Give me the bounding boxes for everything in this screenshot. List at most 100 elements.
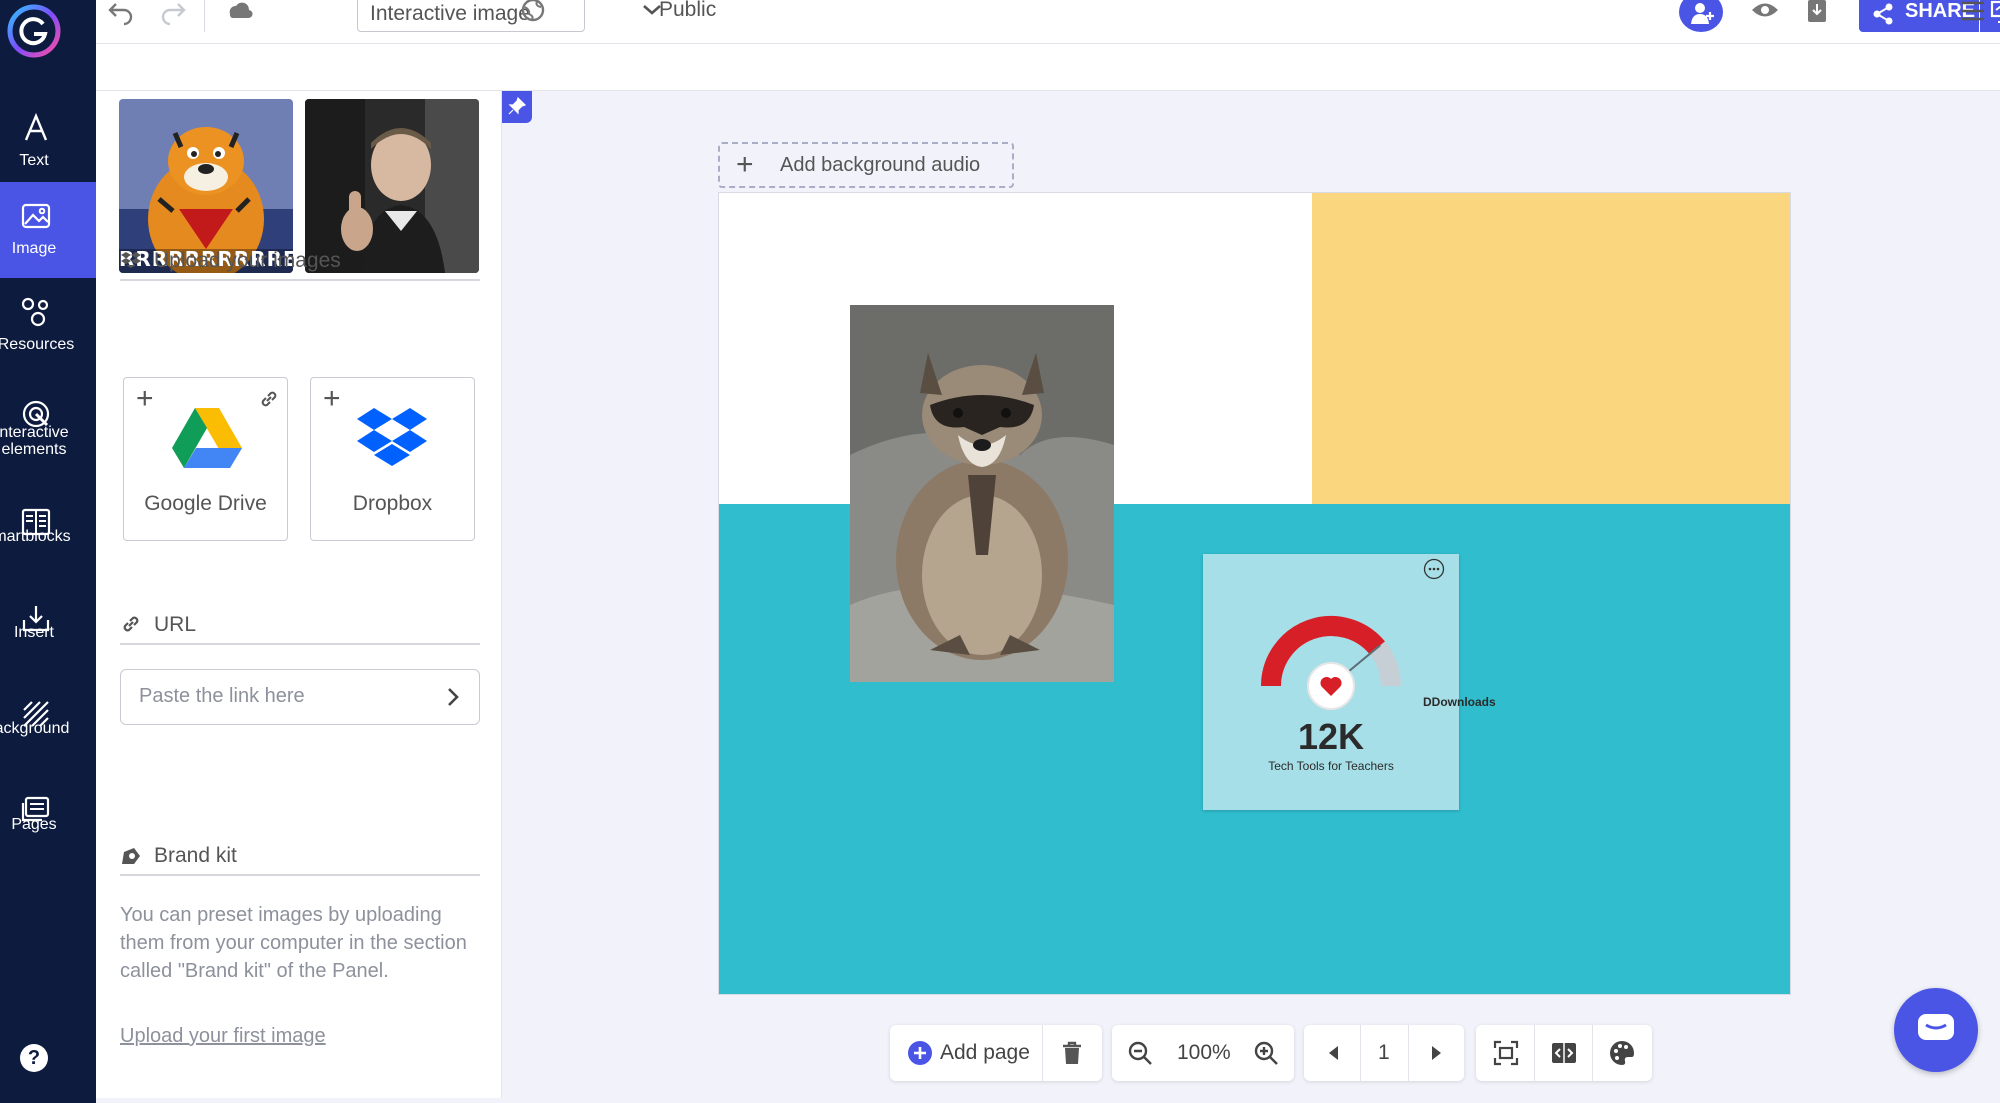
redo-icon[interactable]: [158, 0, 188, 26]
rail-item-interactive[interactable]: nteractive elements: [0, 380, 96, 476]
dropbox-icon: [357, 408, 427, 466]
rail-item-text[interactable]: Text: [0, 94, 96, 190]
divider: [204, 0, 205, 32]
preview-eye-icon[interactable]: [1750, 0, 1780, 26]
rail-item-pages[interactable]: Pages: [0, 776, 96, 872]
image-panel: RRRRRRRRRREA Upload your images + Google…: [96, 91, 502, 1098]
presentation-icon: [1990, 0, 2000, 23]
rail-label-image: Image: [11, 240, 57, 257]
chat-support-button[interactable]: [1894, 988, 1978, 1072]
trash-icon[interactable]: [1058, 1039, 1086, 1067]
gif-tiger[interactable]: RRRRRRRRRREA: [119, 99, 293, 273]
chevron-down-icon[interactable]: [638, 0, 668, 26]
rail-item-background[interactable]: ackground: [0, 680, 96, 776]
chevron-right-icon[interactable]: [443, 686, 463, 708]
divider: [1042, 1025, 1043, 1081]
genially-logo-icon[interactable]: [7, 4, 61, 58]
rail-label-pages: Pages: [11, 816, 57, 833]
divider: [1360, 1025, 1361, 1081]
google-drive-label: Google Drive: [144, 492, 267, 515]
add-user-icon: [1691, 3, 1714, 24]
google-drive-card[interactable]: + Google Drive: [123, 377, 288, 541]
pagination-group: 1: [1304, 1025, 1464, 1081]
gif-thumbs-up[interactable]: [305, 99, 479, 273]
rail-label-interactive: nteractive elements: [0, 424, 69, 458]
add-background-audio-button[interactable]: + Add background audio: [718, 142, 1014, 188]
share-icon: [1873, 3, 1893, 25]
chat-icon: [1918, 1014, 1954, 1040]
google-drive-icon: [172, 408, 242, 468]
image-icon: [21, 203, 51, 229]
upload-first-image-link[interactable]: Upload your first image: [120, 1025, 326, 1048]
url-heading: URL: [154, 613, 197, 636]
left-rail: Text Image Resources nteractive elements…: [0, 0, 96, 1103]
rail-label-resources: Resources: [0, 336, 75, 353]
upload-heading: Upload your images: [154, 249, 341, 272]
globe-icon: [521, 0, 545, 22]
thumbs-up-gif-image: [305, 99, 479, 273]
view-tools-group: [1476, 1025, 1652, 1081]
code-view-icon[interactable]: [1550, 1039, 1578, 1067]
page-number[interactable]: 1: [1378, 1041, 1390, 1065]
raccoon-photo: [850, 305, 1114, 682]
pin-panel-button[interactable]: [502, 91, 532, 123]
brand-kit-icon: [122, 848, 140, 864]
divider: [1534, 1025, 1535, 1081]
prev-page-icon[interactable]: [1320, 1039, 1348, 1067]
rail-item-insert[interactable]: Insert: [0, 584, 96, 680]
add-icon: +: [736, 148, 754, 181]
brand-heading: Brand kit: [154, 844, 237, 867]
raccoon-image[interactable]: [850, 305, 1114, 682]
divider: [1408, 1025, 1409, 1081]
rail-label-smartblocks: martblocks: [0, 528, 71, 545]
upload-section-heading: Upload your images: [120, 249, 480, 281]
menu-icon[interactable]: [1958, 0, 1988, 26]
add-icon: +: [136, 382, 154, 415]
undo-icon[interactable]: [106, 0, 136, 26]
fit-screen-icon[interactable]: [1492, 1039, 1520, 1067]
title-input[interactable]: [357, 0, 585, 32]
rail-item-smartblocks[interactable]: martblocks: [0, 488, 96, 584]
link-icon: [123, 616, 139, 632]
gauge-chart: [1261, 616, 1401, 710]
resources-icon: [21, 297, 49, 327]
top-bar: Public SHARE: [96, 0, 2000, 44]
rail-label-insert: Insert: [13, 624, 54, 641]
add-page-button[interactable]: Add page: [940, 1041, 1030, 1065]
more-options-icon[interactable]: [1423, 558, 1445, 580]
slide-canvas[interactable]: DDownloads 12K Tech Tools for Teachers: [718, 192, 1791, 995]
brand-section-heading: Brand kit: [120, 844, 480, 876]
next-page-icon[interactable]: [1422, 1039, 1450, 1067]
zoom-group: 100%: [1112, 1025, 1294, 1081]
help-button[interactable]: ?: [20, 1044, 48, 1072]
invite-collaborator-button[interactable]: [1679, 0, 1723, 32]
add-circle-icon: [908, 1041, 932, 1065]
rail-label-text: Text: [19, 152, 49, 169]
downloads-label: DDownloads: [1423, 695, 1496, 709]
secondary-toolbar: [96, 44, 2000, 91]
downloads-count: 12K: [1297, 716, 1365, 757]
pin-icon: [508, 97, 526, 115]
zoom-in-icon[interactable]: [1252, 1039, 1280, 1067]
url-placeholder: Paste the link here: [139, 685, 305, 707]
palette-icon[interactable]: [1608, 1039, 1636, 1067]
text-icon: [24, 112, 48, 141]
widget-subtitle: Tech Tools for Teachers: [1268, 759, 1394, 773]
rail-item-resources[interactable]: Resources: [0, 278, 96, 374]
url-input[interactable]: Paste the link here: [120, 669, 480, 725]
divider: [1592, 1025, 1593, 1081]
dropbox-card[interactable]: + Dropbox: [310, 377, 475, 541]
downloads-widget[interactable]: DDownloads 12K Tech Tools for Teachers: [1203, 554, 1496, 810]
download-icon[interactable]: [1802, 0, 1832, 26]
zoom-level: 100%: [1177, 1041, 1231, 1064]
brand-kit-description: You can preset images by uploading them …: [120, 904, 467, 982]
dropbox-small-icon: [121, 252, 141, 268]
dropbox-label: Dropbox: [352, 492, 433, 515]
link-icon[interactable]: [258, 388, 280, 410]
url-section-heading: URL: [120, 613, 480, 645]
zoom-out-icon[interactable]: [1126, 1039, 1154, 1067]
rail-label-background: ackground: [0, 720, 70, 737]
yellow-shape[interactable]: [1312, 193, 1790, 504]
rail-item-image[interactable]: Image: [0, 182, 96, 278]
cloud-icon[interactable]: [224, 0, 254, 26]
